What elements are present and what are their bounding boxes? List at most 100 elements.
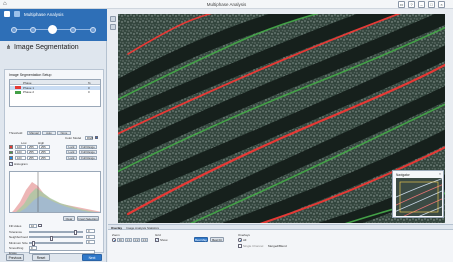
navigator-panel: Navigator × xyxy=(392,170,444,218)
minimum-size-value[interactable]: 0 xyxy=(86,240,95,244)
minimum-size-label: Minimum Size xyxy=(9,240,28,245)
grid-show-checkbox[interactable]: ✓ xyxy=(155,238,159,242)
window-title: Multiphase Analysis xyxy=(206,2,247,7)
channel-g-low[interactable]: 100 xyxy=(15,150,26,155)
maximize-icon[interactable]: □ xyxy=(428,1,435,8)
workflow-step-5[interactable] xyxy=(90,26,96,33)
workflow-step-4[interactable] xyxy=(70,26,76,33)
threshold-mode-none[interactable]: None xyxy=(57,130,71,135)
module-header: Multiphase Analysis xyxy=(0,9,107,19)
viewer-toolbar xyxy=(108,14,117,223)
clear-button[interactable]: Clear xyxy=(63,216,75,221)
tolerance-slider[interactable] xyxy=(29,230,83,235)
neighborhood-slider-thumb[interactable] xyxy=(50,235,53,241)
tolerance-value[interactable]: 0 xyxy=(86,229,95,233)
histogram-checkbox[interactable]: ✓ xyxy=(9,162,13,166)
segmentation-icon: ⋔ xyxy=(6,45,12,51)
fill-holes-label: Fill Holes xyxy=(9,224,22,228)
workflow-step-3[interactable] xyxy=(48,25,57,34)
panel-title: Image Segmentation Setup xyxy=(9,73,52,77)
phase-color-swatch[interactable] xyxy=(15,86,21,89)
grid-label: Grid xyxy=(155,233,161,237)
histogram-view[interactable] xyxy=(9,171,101,213)
smoothing-value[interactable]: 0 xyxy=(29,245,37,250)
minimum-size-slider[interactable] xyxy=(29,241,83,246)
channel-g-lock[interactable]: Lock xyxy=(66,150,77,155)
histogram-graphic xyxy=(10,172,100,212)
zoom-fit-button[interactable]: Fit xyxy=(117,237,124,242)
help-icon[interactable]: ? xyxy=(408,1,415,8)
channel-r-extra[interactable]: 255 xyxy=(39,144,50,149)
tolerance-slider-thumb[interactable] xyxy=(74,230,77,235)
overlay-merged-label: Merged/Blend xyxy=(268,244,287,248)
zoom-1-4-button[interactable]: 1:4 xyxy=(141,237,148,242)
pan-tool-icon[interactable] xyxy=(109,16,116,22)
phase-value: 0 xyxy=(88,90,90,95)
zoom-1-2-button[interactable]: 1:2 xyxy=(133,237,140,242)
phase-row[interactable]: Phase 1 0 xyxy=(10,85,100,90)
channel-g-extra[interactable]: 255 xyxy=(39,150,50,155)
phase-color-swatch[interactable] xyxy=(15,90,21,94)
channel-swatch-b xyxy=(9,156,13,160)
threshold-label: Threshold xyxy=(9,131,23,135)
module-icon xyxy=(14,11,20,17)
zoom-tool-icon[interactable] xyxy=(109,24,116,30)
close-icon[interactable]: × xyxy=(438,1,445,8)
tolerance-label: Tolerance xyxy=(9,229,23,234)
previous-button[interactable]: Previous xyxy=(6,254,24,261)
channel-b-range[interactable]: Full Range xyxy=(79,155,97,160)
zoom-label: Zoom xyxy=(112,233,120,237)
channel-b-lock[interactable]: Lock xyxy=(66,155,77,160)
channel-b-high[interactable]: 255 xyxy=(27,155,38,160)
workflow-step-1[interactable] xyxy=(11,26,17,33)
channel-r-low[interactable]: 100 xyxy=(15,144,26,149)
neighborhood-value[interactable]: 0 xyxy=(86,234,95,239)
section-title-text: Image Segmentation xyxy=(14,44,79,51)
overlay-single-checkbox[interactable] xyxy=(238,244,242,248)
channel-b-extra[interactable]: 255 xyxy=(39,155,50,160)
color-model-toggle[interactable] xyxy=(94,135,98,139)
title-bar: ⌂ Multiphase Analysis ▭ ? – □ × xyxy=(0,0,453,9)
invert-selection-button[interactable]: Invert Selection xyxy=(77,216,99,221)
channel-swatch-g xyxy=(9,150,13,154)
erase-field[interactable] xyxy=(29,250,95,254)
next-button[interactable]: Next xyxy=(82,254,102,261)
channel-g-high[interactable]: 255 xyxy=(27,150,38,155)
zoom-1-1-button[interactable]: 1:1 xyxy=(125,237,132,242)
color-model-select[interactable]: RGB xyxy=(85,135,93,140)
channel-g-range[interactable]: Full Range xyxy=(79,150,97,155)
fill-holes-checkbox[interactable] xyxy=(38,223,42,228)
workflow-step-2[interactable] xyxy=(30,26,36,33)
home-icon[interactable] xyxy=(4,11,10,17)
color-model-label: Color Model xyxy=(65,136,82,140)
fill-holes-value[interactable]: 10 xyxy=(29,223,37,228)
tab-overlay[interactable]: Overlay xyxy=(111,226,122,230)
neighborhood-slider[interactable] xyxy=(29,235,83,241)
best-fit-button[interactable]: Best Fit xyxy=(210,237,224,242)
minimize-icon[interactable]: – xyxy=(418,1,425,8)
zoom-fit-radio[interactable] xyxy=(112,238,116,242)
chat-icon[interactable]: ▭ xyxy=(398,1,405,8)
phase-table-header: Phase % xyxy=(10,80,100,85)
col-percent: % xyxy=(88,80,91,85)
overlay-all-radio[interactable] xyxy=(238,238,242,242)
threshold-mode-manual[interactable]: Manual xyxy=(27,130,41,135)
tab-statistics[interactable]: Image Analysis Statistics xyxy=(126,226,159,230)
channel-r-high[interactable]: 255 xyxy=(27,144,38,149)
best-map-button[interactable]: Best Map xyxy=(194,237,208,242)
bottom-tabs: Overlay Image Analysis Statistics xyxy=(108,225,453,230)
phase-name: Phase 2 xyxy=(23,90,35,95)
channel-r-lock[interactable]: Lock xyxy=(66,144,77,149)
navigator-thumbnail[interactable] xyxy=(396,178,442,216)
navigator-close-icon[interactable]: × xyxy=(439,172,441,176)
col-phase: Phase xyxy=(23,80,32,85)
phase-row[interactable]: Phase 2 0 xyxy=(10,90,100,94)
neighborhood-label: Neighborhood xyxy=(9,235,28,239)
threshold-mode-auto[interactable]: Auto xyxy=(42,130,56,135)
histogram-label: Histogram xyxy=(14,162,28,166)
channel-r-range[interactable]: Full Range xyxy=(79,144,97,149)
navigator-title: Navigator xyxy=(396,172,410,177)
channel-b-low[interactable]: 100 xyxy=(15,155,26,160)
segmentation-setup-panel: Image Segmentation Setup Phase % Phase 1… xyxy=(4,69,104,255)
reset-button[interactable]: Reset xyxy=(32,254,50,261)
